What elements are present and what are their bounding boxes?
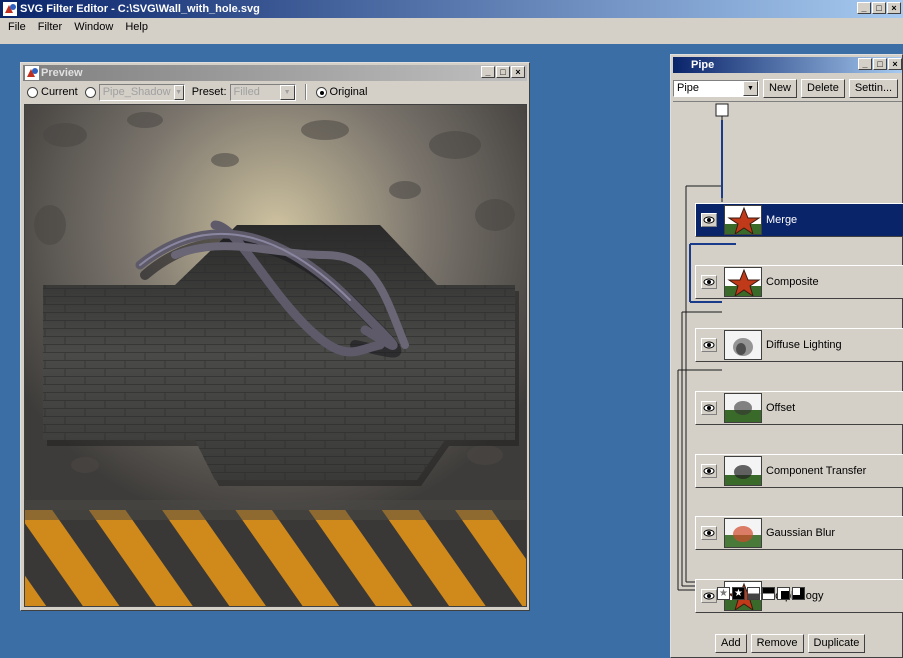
new-button[interactable]: New xyxy=(763,78,798,98)
chevron-down-icon: ▼ xyxy=(743,80,758,96)
pipe-node-label: Gaussian Blur xyxy=(766,527,836,539)
background-image-icon[interactable] xyxy=(747,587,760,600)
pipe-toolbar: Pipe ▼ New Delete Settin... xyxy=(673,77,902,99)
pipe-node-thumbnail xyxy=(724,205,762,235)
pipe-close-button[interactable]: × xyxy=(888,58,902,70)
menu-bar: File Filter Window Help xyxy=(0,18,903,36)
preset-select[interactable]: Filled ▼ xyxy=(229,83,296,101)
filter-radio[interactable] xyxy=(84,86,96,98)
stroke-paint-icon[interactable] xyxy=(792,587,805,600)
original-radio[interactable] xyxy=(315,86,327,98)
menu-filter[interactable]: Filter xyxy=(32,19,68,35)
menu-file[interactable]: File xyxy=(2,19,32,35)
filter-select-value: Pipe_Shadow xyxy=(102,86,171,98)
preview-title-bar[interactable]: Preview _ □ × xyxy=(23,65,527,81)
duplicate-button[interactable]: Duplicate xyxy=(807,634,866,653)
pipe-node-label: Diffuse Lighting xyxy=(766,339,842,351)
pipe-graph-area[interactable]: Merge Composite Diffuse Lighting Offset … xyxy=(673,101,903,613)
pipe-filter-select-value: Pipe xyxy=(677,82,700,94)
delete-button[interactable]: Delete xyxy=(801,78,845,98)
pipe-title-bar[interactable]: Pipe _ □ × xyxy=(673,57,902,73)
chevron-down-icon: ▼ xyxy=(173,84,184,100)
pipe-node-composite[interactable]: Composite xyxy=(695,265,903,299)
remove-button[interactable]: Remove xyxy=(750,634,804,653)
pipe-node-label: Composite xyxy=(766,276,819,288)
pipe-maximize-button[interactable]: □ xyxy=(873,58,887,70)
menu-help[interactable]: Help xyxy=(119,19,154,35)
preview-canvas[interactable] xyxy=(24,104,527,607)
preview-minimize-button[interactable]: _ xyxy=(481,66,495,78)
source-graphic-icon[interactable]: ★ xyxy=(717,587,730,600)
maximize-button[interactable]: □ xyxy=(872,2,886,14)
preview-toolbar: Current Pipe_Shadow ▼ Preset: Filled ▼ O… xyxy=(23,82,527,102)
toolbar-separator xyxy=(304,84,307,100)
eye-icon[interactable] xyxy=(701,589,717,603)
pipe-node-offset[interactable]: Offset xyxy=(695,391,903,425)
pipe-minimize-button[interactable]: _ xyxy=(858,58,872,70)
pipe-node-label: Merge xyxy=(766,214,798,226)
preset-select-value: Filled xyxy=(233,86,260,98)
app-icon xyxy=(3,2,17,16)
pipe-node-thumbnail xyxy=(724,267,762,297)
current-label: Current xyxy=(41,86,78,98)
preview-window: Preview _ □ × Current Pipe_Shadow ▼ Pres… xyxy=(20,62,530,611)
source-icons-row: ★ ★ xyxy=(717,587,837,603)
pipe-node-gaussian-blur[interactable]: Gaussian Blur xyxy=(695,516,903,550)
eye-icon[interactable] xyxy=(701,526,717,540)
menu-window[interactable]: Window xyxy=(68,19,119,35)
add-button[interactable]: Add xyxy=(715,634,747,653)
pipe-node-thumbnail xyxy=(724,456,762,486)
filter-select[interactable]: Pipe_Shadow ▼ xyxy=(98,83,185,101)
background-alpha-icon[interactable] xyxy=(762,587,775,600)
pipe-title: Pipe xyxy=(691,59,715,71)
pipe-node-thumbnail xyxy=(724,393,762,423)
eye-icon[interactable] xyxy=(701,464,717,478)
pipe-bottom-buttons: Add Remove Duplicate xyxy=(715,634,866,653)
pipe-filter-select[interactable]: Pipe ▼ xyxy=(673,79,759,97)
pipe-node-diffuse-lighting[interactable]: Diffuse Lighting xyxy=(695,328,903,362)
eye-icon[interactable] xyxy=(701,275,717,289)
preview-maximize-button[interactable]: □ xyxy=(496,66,510,78)
minimize-button[interactable]: _ xyxy=(857,2,871,14)
preview-image xyxy=(25,105,526,606)
fill-paint-icon[interactable] xyxy=(777,587,790,600)
pipe-node-label: Component Transfer xyxy=(766,465,867,477)
preview-close-button[interactable]: × xyxy=(511,66,525,78)
pipe-node-thumbnail xyxy=(724,518,762,548)
original-label: Original xyxy=(329,86,368,98)
close-button[interactable]: × xyxy=(887,2,901,14)
preview-window-icon xyxy=(25,66,39,80)
chevron-down-icon: ▼ xyxy=(279,84,295,100)
pipe-node-thumbnail xyxy=(724,330,762,360)
settings-button[interactable]: Settin... xyxy=(848,78,899,98)
preview-title: Preview xyxy=(41,67,83,79)
source-alpha-icon[interactable]: ★ xyxy=(732,587,745,600)
eye-icon[interactable] xyxy=(701,401,717,415)
current-radio[interactable] xyxy=(27,86,38,98)
pipe-node-merge[interactable]: Merge xyxy=(695,203,903,237)
eye-icon[interactable] xyxy=(701,213,717,227)
app-title: SVG Filter Editor - C:\SVG\Wall_with_hol… xyxy=(20,3,260,15)
pipe-window: Pipe _ □ × Pipe ▼ New Delete Settin... M… xyxy=(670,54,903,658)
pipe-node-label: Offset xyxy=(766,402,796,414)
eye-icon[interactable] xyxy=(701,338,717,352)
app-title-bar[interactable]: SVG Filter Editor - C:\SVG\Wall_with_hol… xyxy=(0,0,903,18)
preset-label: Preset: xyxy=(191,86,227,98)
pipe-node-component-transfer[interactable]: Component Transfer xyxy=(695,454,903,488)
